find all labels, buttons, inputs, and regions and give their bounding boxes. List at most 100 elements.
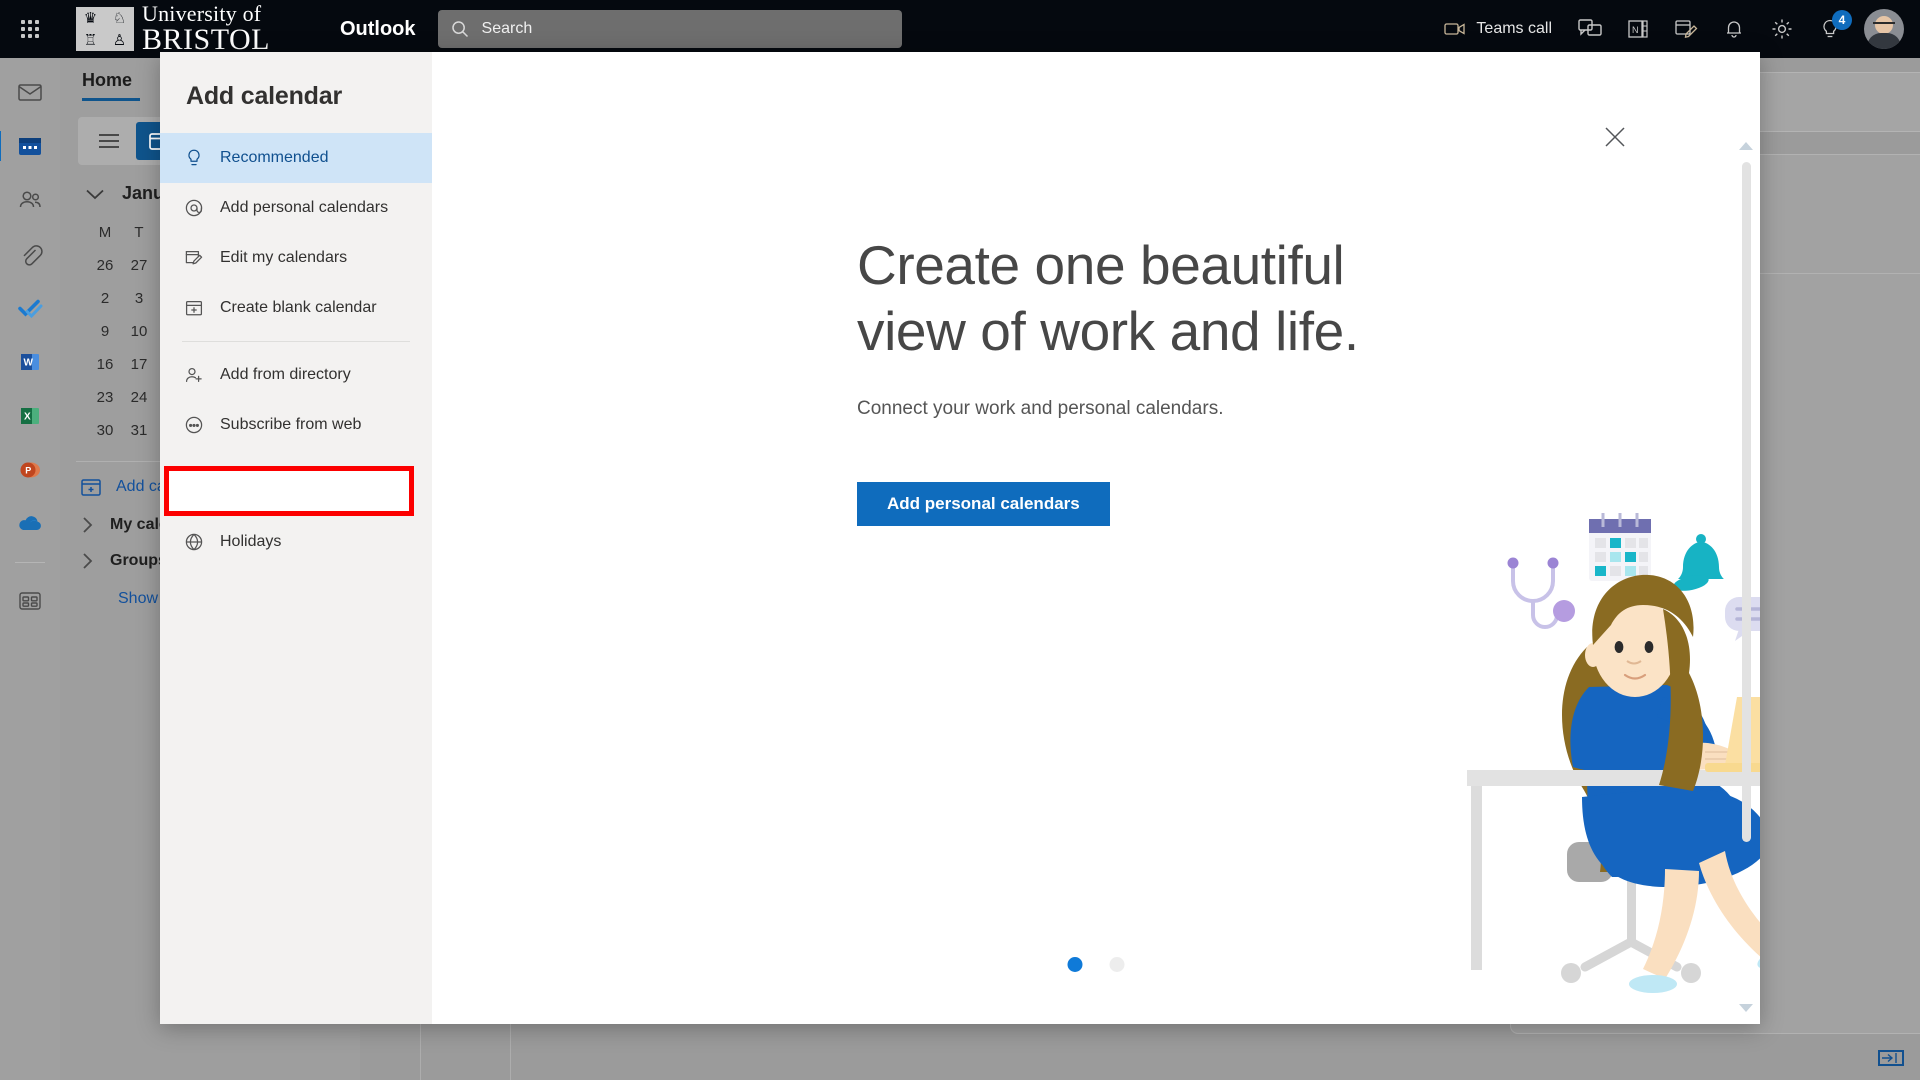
teams-call-button[interactable]: Teams call	[1430, 5, 1566, 53]
sidebar-item-label: Upload from file	[220, 466, 333, 483]
dialog-sidebar-divider	[182, 341, 410, 342]
sidebar-item-add-personal-calendars[interactable]: Add personal calendars	[160, 183, 432, 233]
lightbulb-icon	[184, 148, 204, 168]
sidebar-item-recommended[interactable]: Recommended	[160, 133, 432, 183]
svg-text:W: W	[24, 358, 34, 369]
video-camera-icon	[1444, 21, 1466, 37]
mini-calendar-dow-1: T	[134, 224, 144, 241]
bristol-crest-icon: ♛ ♘ ♖ ♙	[76, 7, 134, 51]
mini-calendar-day[interactable]: 10	[122, 315, 156, 348]
app-name-outlook[interactable]: Outlook	[340, 18, 416, 41]
globe-icon	[184, 532, 204, 552]
at-sign-icon	[184, 198, 204, 218]
onenote-icon[interactable]: N	[1614, 5, 1662, 53]
sidebar-item-create-blank-calendar[interactable]: Create blank calendar	[160, 283, 432, 333]
scroll-thumb[interactable]	[1741, 162, 1751, 842]
rail-item-more-apps[interactable]	[8, 579, 52, 623]
todo-icon[interactable]	[1662, 5, 1710, 53]
scroll-up-arrow-icon[interactable]	[1739, 142, 1753, 150]
rail-item-mail[interactable]	[8, 70, 52, 114]
rail-item-todo[interactable]	[8, 286, 52, 330]
stethoscope-icon	[1511, 565, 1559, 629]
rail-item-powerpoint[interactable]: P	[8, 448, 52, 492]
rail-item-files[interactable]	[8, 232, 52, 276]
mini-calendar-day[interactable]: 17	[122, 348, 156, 381]
carousel-dot-1[interactable]	[1109, 957, 1125, 972]
dialog-sidebar-divider	[182, 508, 410, 509]
sidebar-item-subscribe-from-web[interactable]: Subscribe from web	[160, 400, 432, 450]
teams-call-label: Teams call	[1476, 20, 1552, 37]
chat-icon[interactable]	[1566, 5, 1614, 53]
mini-calendar-dow-0: M	[98, 224, 112, 241]
hero-heading: Create one beautiful view of work and li…	[857, 232, 1359, 364]
hero-heading-line-1: Create one beautiful	[857, 234, 1345, 296]
collapse-pane-icon[interactable]	[1878, 1050, 1904, 1066]
search-icon	[450, 19, 470, 39]
scroll-down-arrow-icon[interactable]	[1739, 1004, 1753, 1012]
svg-text:N: N	[1632, 25, 1639, 35]
app-launcher-icon[interactable]	[6, 5, 54, 53]
dialog-sidebar-list: Recommended Add personal calendars Edit my…	[160, 133, 432, 567]
app-rail: W X P	[0, 58, 60, 1080]
rail-item-word[interactable]: W	[8, 340, 52, 384]
file-upload-icon	[184, 465, 204, 485]
university-of-bristol-logo: ♛ ♘ ♖ ♙ University of BRISTOL	[76, 3, 270, 55]
bell-icon	[1673, 534, 1724, 591]
mini-calendar-day[interactable]: 2	[88, 282, 122, 315]
woman-at-desk-with-laptop-illustration	[1467, 497, 1760, 1017]
gear-icon[interactable]	[1758, 5, 1806, 53]
chevron-down-icon[interactable]	[84, 187, 106, 201]
sidebar-item-add-from-directory[interactable]: Add from directory	[160, 350, 432, 400]
close-icon[interactable]	[1598, 120, 1632, 154]
mini-calendar-day[interactable]: 27	[122, 249, 156, 282]
mini-calendar-day[interactable]: 30	[88, 414, 122, 447]
rss-circle-icon	[184, 415, 204, 435]
search-box[interactable]	[437, 10, 902, 48]
carousel-dot-0[interactable]	[1067, 957, 1083, 972]
bell-icon[interactable]	[1710, 5, 1758, 53]
mini-calendar-day[interactable]: 26	[88, 249, 122, 282]
sidebar-item-holidays[interactable]: Holidays	[160, 517, 432, 567]
svg-text:P: P	[25, 466, 31, 476]
rail-item-calendar[interactable]	[0, 124, 52, 168]
sidebar-item-label: Recommended	[220, 149, 329, 166]
sidebar-item-edit-my-calendars[interactable]: Edit my calendars	[160, 233, 432, 283]
tab-home-label: Home	[82, 70, 133, 90]
search-input[interactable]	[481, 20, 890, 38]
chevron-right-icon	[80, 516, 96, 534]
scroll-track[interactable]	[1738, 150, 1754, 1004]
suite-header-bar: ♛♘♖♙ University of BRISTOL Outlook Teams…	[0, 0, 1920, 58]
menu-icon[interactable]	[86, 122, 132, 160]
floating-calendar-icon	[1589, 513, 1651, 581]
rail-item-people[interactable]	[8, 178, 52, 222]
sidebar-item-upload-from-file[interactable]: Upload from file	[160, 450, 432, 500]
calendar-bottom-dividers	[360, 1022, 540, 1080]
avatar[interactable]	[1864, 9, 1904, 49]
mini-calendar-day[interactable]: 23	[88, 381, 122, 414]
carousel-dots	[1067, 957, 1125, 972]
sidebar-item-label: Create blank calendar	[220, 299, 377, 316]
add-personal-calendars-button[interactable]: Add personal calendars	[857, 482, 1110, 526]
chevron-right-icon	[80, 552, 96, 570]
mini-calendar-day[interactable]: 3	[122, 282, 156, 315]
hero-subtext: Connect your work and personal calendars…	[857, 398, 1224, 419]
mini-calendar-day[interactable]: 24	[122, 381, 156, 414]
calendar-plus-icon	[184, 298, 204, 318]
svg-text:X: X	[24, 412, 31, 423]
lightbulb-icon[interactable]: 4	[1806, 5, 1854, 53]
dialog-title: Add calendar	[186, 82, 342, 110]
dialog-sidebar: Add calendar Recommended Add personal cal…	[160, 52, 432, 1024]
calendar-plus-icon	[80, 476, 102, 498]
sidebar-item-label: Edit my calendars	[220, 249, 348, 266]
dialog-main-panel: Create one beautiful view of work and li…	[432, 52, 1760, 1024]
rail-item-onedrive[interactable]	[8, 502, 52, 546]
mini-calendar-day[interactable]: 31	[122, 414, 156, 447]
tab-home-underline	[82, 98, 140, 101]
org-line-1: University of	[142, 1, 262, 26]
mini-calendar-day[interactable]: 16	[88, 348, 122, 381]
mini-calendar-day[interactable]: 9	[88, 315, 122, 348]
hero-heading-line-2: view of work and life.	[857, 300, 1359, 362]
rail-item-excel[interactable]: X	[8, 394, 52, 438]
dialog-scrollbar[interactable]	[1738, 142, 1754, 1012]
edit-calendar-icon	[184, 248, 204, 268]
